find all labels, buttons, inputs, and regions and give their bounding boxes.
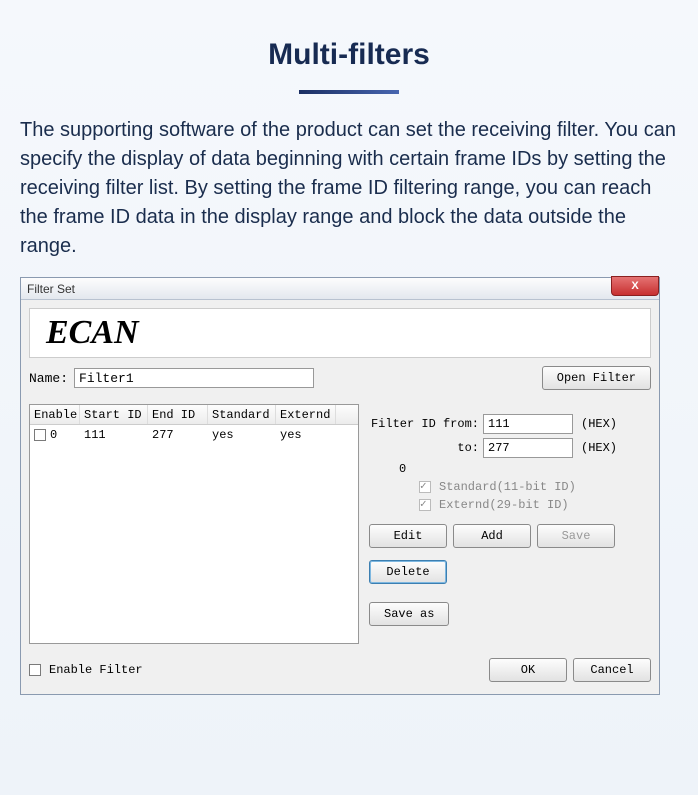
- col-enable: Enable: [30, 405, 80, 424]
- col-externd: Externd: [276, 405, 336, 424]
- standard-checkbox[interactable]: [419, 481, 431, 493]
- enable-filter-label: Enable Filter: [49, 663, 143, 677]
- filter-to-input[interactable]: [483, 438, 573, 458]
- save-as-button[interactable]: Save as: [369, 602, 449, 626]
- filter-edit-panel: Filter ID from: (HEX) to: (HEX) 0 Standa…: [369, 404, 651, 644]
- dialog-footer: Enable Filter OK Cancel: [29, 654, 651, 686]
- dialog-title: Filter Set: [27, 282, 75, 296]
- standard-checkbox-label: Standard(11-bit ID): [439, 480, 576, 494]
- row-start: 111: [80, 425, 148, 445]
- hex-label-from: (HEX): [581, 417, 617, 431]
- page-title: Multi-filters: [0, 0, 698, 72]
- app-logo: ECAN: [29, 308, 651, 358]
- edit-button[interactable]: Edit: [369, 524, 447, 548]
- col-standard: Standard: [208, 405, 276, 424]
- name-label: Name:: [29, 371, 68, 386]
- ok-button[interactable]: OK: [489, 658, 567, 682]
- filter-set-dialog: Filter Set X ECAN Name: Open Filter Enab…: [20, 277, 660, 695]
- row-enable-num: 0: [50, 428, 57, 442]
- name-input[interactable]: [74, 368, 314, 388]
- close-icon: X: [631, 280, 638, 292]
- externd-checkbox[interactable]: [419, 499, 431, 511]
- col-end-id: End ID: [148, 405, 208, 424]
- externd-checkbox-label: Externd(29-bit ID): [439, 498, 569, 512]
- name-row: Name: Open Filter: [29, 366, 651, 390]
- close-button[interactable]: X: [611, 276, 659, 296]
- page-description: The supporting software of the product c…: [0, 94, 698, 277]
- enable-filter-checkbox[interactable]: [29, 664, 41, 676]
- save-button[interactable]: Save: [537, 524, 615, 548]
- hex-label-to: (HEX): [581, 441, 617, 455]
- filter-table[interactable]: Enable Start ID End ID Standard Externd …: [29, 404, 359, 644]
- filter-from-input[interactable]: [483, 414, 573, 434]
- dialog-body: ECAN Name: Open Filter Enable Start ID E…: [21, 300, 659, 694]
- row-enable-checkbox[interactable]: [34, 429, 46, 441]
- add-button[interactable]: Add: [453, 524, 531, 548]
- filter-to-label: to:: [369, 441, 479, 455]
- delete-button[interactable]: Delete: [369, 560, 447, 584]
- row-standard: yes: [208, 425, 276, 445]
- col-start-id: Start ID: [80, 405, 148, 424]
- dialog-titlebar: Filter Set X: [21, 278, 659, 300]
- zero-label: 0: [399, 462, 651, 476]
- row-end: 277: [148, 425, 208, 445]
- table-row[interactable]: 0 111 277 yes yes: [30, 425, 358, 445]
- table-header: Enable Start ID End ID Standard Externd: [30, 405, 358, 425]
- open-filter-button[interactable]: Open Filter: [542, 366, 651, 390]
- cancel-button[interactable]: Cancel: [573, 658, 651, 682]
- filter-from-label: Filter ID from:: [369, 417, 479, 431]
- row-externd: yes: [276, 425, 336, 445]
